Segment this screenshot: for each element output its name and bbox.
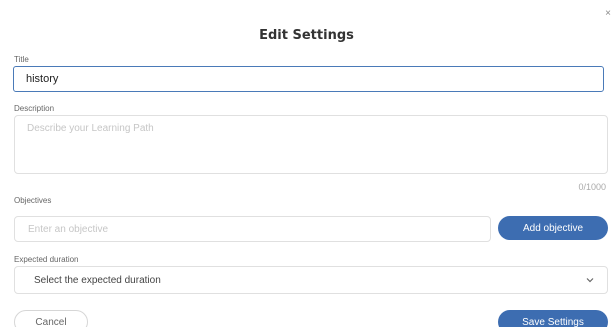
title-label: Title	[14, 55, 29, 64]
edit-settings-dialog: × Edit Settings Title Description 0/1000…	[0, 0, 613, 327]
expected-duration-label: Expected duration	[14, 255, 79, 264]
objectives-label: Objectives	[14, 196, 52, 205]
save-settings-button[interactable]: Save Settings	[498, 310, 608, 327]
expected-duration-value: Select the expected duration	[34, 275, 161, 286]
dialog-title: Edit Settings	[259, 28, 354, 43]
close-icon[interactable]: ×	[605, 9, 611, 19]
description-label: Description	[14, 104, 55, 113]
expected-duration-select[interactable]: Select the expected duration	[14, 266, 608, 294]
chevron-down-icon	[586, 278, 594, 283]
description-textarea[interactable]	[14, 115, 608, 174]
cancel-button[interactable]: Cancel	[14, 310, 88, 327]
add-objective-button[interactable]: Add objective	[498, 216, 608, 240]
objective-input[interactable]	[14, 216, 491, 242]
character-count: 0/1000	[578, 182, 606, 192]
title-input[interactable]	[13, 66, 604, 92]
